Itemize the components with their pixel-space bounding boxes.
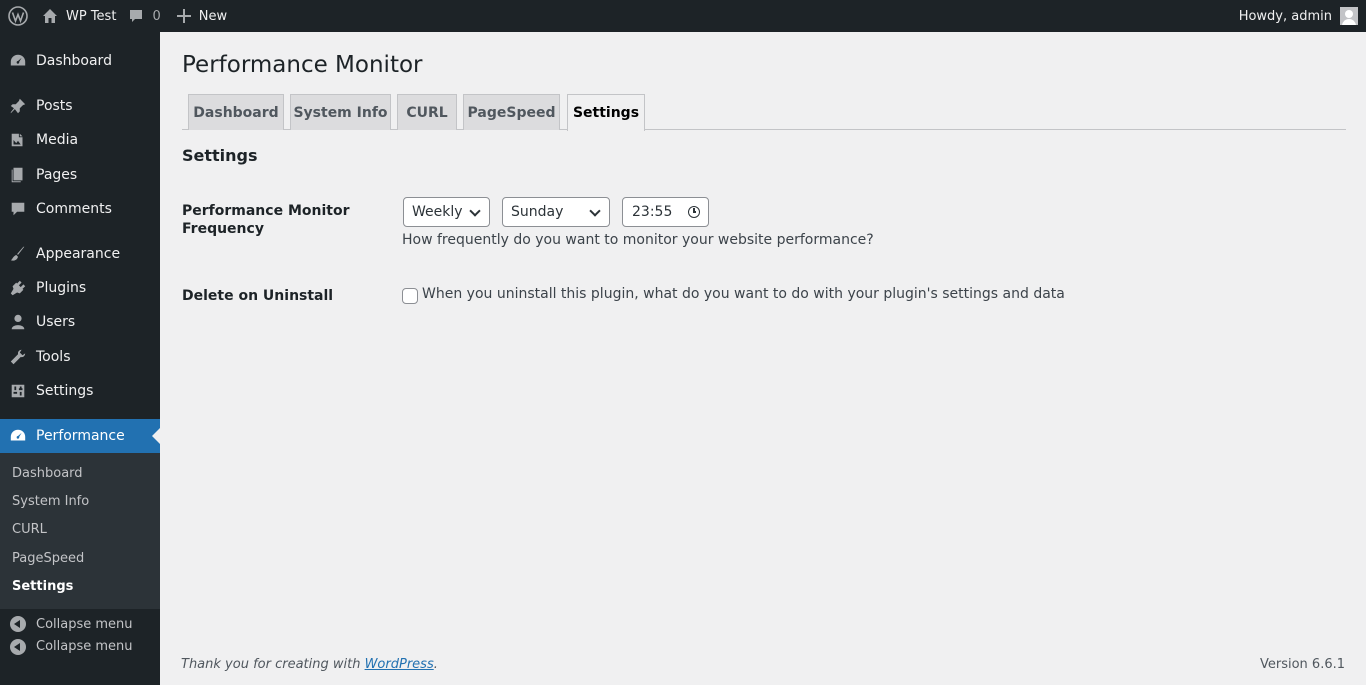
tab-curl[interactable]: CURL xyxy=(397,94,457,130)
sidebar-item-performance[interactable]: Performance xyxy=(0,419,160,453)
sidebar-item-label: Posts xyxy=(36,98,73,114)
frequency-time-value: 23:55 xyxy=(632,204,673,220)
sidebar-item-label: Plugins xyxy=(36,280,87,296)
frequency-day-value: Sunday xyxy=(511,204,564,220)
frequency-interval-value: Weekly xyxy=(412,204,463,220)
sidebar-item-dashboard[interactable]: Dashboard xyxy=(0,44,160,78)
user-icon xyxy=(0,313,36,331)
dashboard-icon xyxy=(0,52,36,70)
section-title: Settings xyxy=(182,146,258,165)
sidebar-item-media[interactable]: Media xyxy=(0,123,160,157)
new-content-link[interactable]: New xyxy=(169,0,235,32)
tab-pagespeed[interactable]: PageSpeed xyxy=(463,94,560,130)
sidebar-item-label: Tools xyxy=(36,349,71,365)
footer-thankyou: Thank you for creating with WordPress. xyxy=(181,657,438,672)
sidebar-item-pages[interactable]: Pages xyxy=(0,158,160,192)
howdy-text: Howdy, admin xyxy=(1238,8,1332,24)
frequency-day-select[interactable]: Sunday xyxy=(502,197,610,227)
pin-icon xyxy=(0,97,36,115)
plug-icon xyxy=(0,279,36,297)
frequency-description: How frequently do you want to monitor yo… xyxy=(402,232,874,248)
wordpress-logo-icon[interactable] xyxy=(0,0,36,32)
tab-settings[interactable]: Settings xyxy=(567,94,645,131)
footer-thanks-suffix: . xyxy=(433,657,438,672)
sidebar-item-users[interactable]: Users xyxy=(0,305,160,339)
performance-submenu: Dashboard System Info CURL PageSpeed Set… xyxy=(0,453,160,609)
comments-link[interactable]: 0 xyxy=(124,0,168,32)
settings-icon xyxy=(0,382,36,400)
delete-on-uninstall-checkbox[interactable] xyxy=(402,288,418,304)
submenu-item-pagespeed[interactable]: PageSpeed xyxy=(12,549,84,569)
admin-sidebar: Dashboard Posts Media Pages Comments App… xyxy=(0,32,160,685)
sidebar-item-label: Comments xyxy=(36,201,112,217)
nav-tabs: Dashboard System Info CURL PageSpeed Set… xyxy=(182,94,1346,131)
comment-icon xyxy=(130,10,143,22)
collapse-menu-button[interactable]: Collapse menu xyxy=(0,609,160,639)
tab-dashboard[interactable]: Dashboard xyxy=(188,94,284,130)
sidebar-item-label: Users xyxy=(36,314,76,330)
submenu-item-dashboard[interactable]: Dashboard xyxy=(12,464,83,484)
clock-icon[interactable] xyxy=(688,206,700,218)
sidebar-item-label: Media xyxy=(36,132,79,148)
media-icon xyxy=(0,131,36,149)
collapse-menu-button-duplicate[interactable]: Collapse menu xyxy=(0,639,160,659)
sidebar-item-label: Appearance xyxy=(36,246,121,262)
frequency-label: Performance Monitor Frequency xyxy=(182,203,350,237)
sidebar-item-tools[interactable]: Tools xyxy=(0,340,160,374)
tab-system-info[interactable]: System Info xyxy=(290,94,391,130)
comment-icon xyxy=(0,200,36,218)
plus-icon xyxy=(176,9,191,23)
sidebar-item-label: Performance xyxy=(36,428,125,444)
brush-icon xyxy=(0,245,36,263)
submenu-item-settings[interactable]: Settings xyxy=(12,577,73,597)
frequency-interval-select[interactable]: Weekly xyxy=(403,197,490,227)
comments-count: 0 xyxy=(152,8,161,24)
pages-icon xyxy=(0,166,36,184)
sidebar-item-label: Pages xyxy=(36,167,78,183)
home-icon xyxy=(43,9,57,23)
site-name: WP Test xyxy=(66,8,117,24)
sidebar-item-label: Settings xyxy=(36,383,94,399)
sidebar-item-appearance[interactable]: Appearance xyxy=(0,237,160,271)
collapse-icon xyxy=(0,639,36,655)
uninstall-label: Delete on Uninstall xyxy=(182,288,334,304)
sidebar-item-plugins[interactable]: Plugins xyxy=(0,271,160,305)
site-name-link[interactable]: WP Test xyxy=(36,0,124,32)
footer-version: Version 6.6.1 xyxy=(1259,657,1345,672)
submenu-item-system-info[interactable]: System Info xyxy=(12,492,89,512)
chevron-down-icon xyxy=(469,205,481,217)
footer-thanks-text: Thank you for creating with xyxy=(181,657,365,672)
sidebar-item-settings[interactable]: Settings xyxy=(0,374,160,408)
my-account[interactable]: Howdy, admin xyxy=(1239,0,1366,32)
frequency-time-input[interactable]: 23:55 xyxy=(622,197,709,227)
sidebar-item-posts[interactable]: Posts xyxy=(0,89,160,123)
chevron-down-icon xyxy=(589,205,601,217)
delete-on-uninstall-checkbox-label[interactable]: When you uninstall this plugin, what do … xyxy=(422,286,1065,302)
new-label: New xyxy=(198,8,228,24)
gauge-icon xyxy=(0,427,36,445)
sidebar-item-label: Dashboard xyxy=(36,53,112,69)
submenu-item-curl[interactable]: CURL xyxy=(12,520,47,540)
collapse-icon xyxy=(0,616,36,632)
main-content: Performance Monitor Dashboard System Inf… xyxy=(160,32,1366,685)
avatar xyxy=(1340,7,1358,25)
wrench-icon xyxy=(0,348,36,366)
wordpress-link[interactable]: WordPress xyxy=(365,657,434,672)
collapse-menu-label: Collapse menu xyxy=(36,639,133,654)
admin-bar: WP Test 0 New Howdy, admin xyxy=(0,0,1366,32)
page-title: Performance Monitor xyxy=(182,52,423,78)
sidebar-item-comments[interactable]: Comments xyxy=(0,192,160,226)
collapse-menu-label: Collapse menu xyxy=(36,616,133,632)
